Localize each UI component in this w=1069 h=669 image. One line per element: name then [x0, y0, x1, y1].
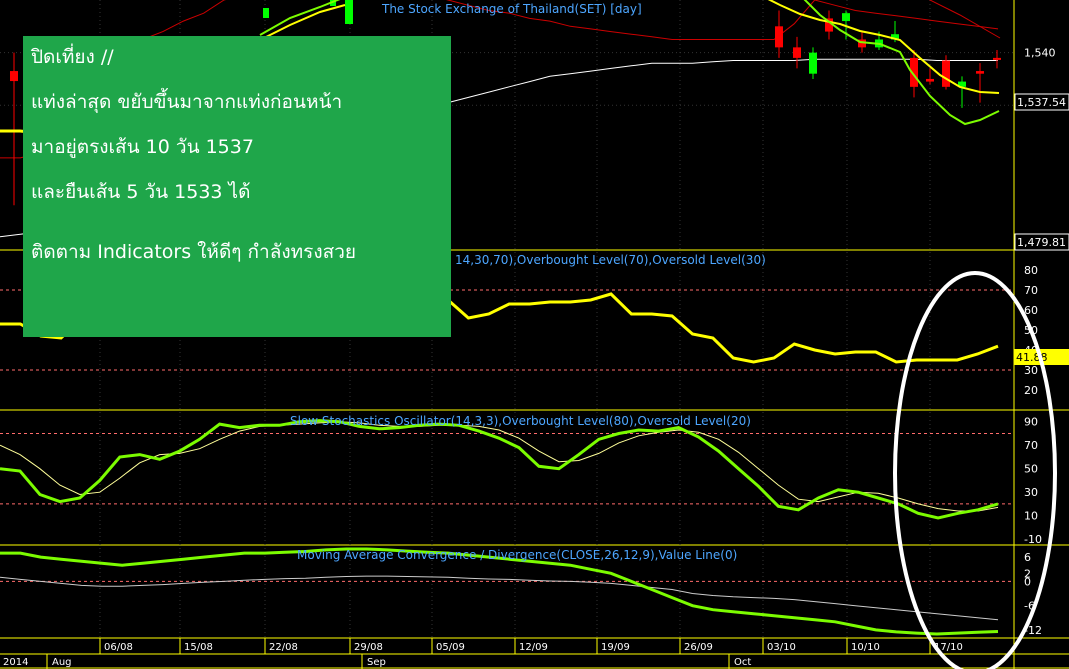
low-price-label: 1,479.81: [1017, 236, 1066, 249]
date-tick-label: 22/08: [269, 642, 298, 653]
rsi-tick-label: 70: [1024, 284, 1038, 297]
candle-body: [793, 47, 801, 58]
macd-tick-label: 6: [1024, 551, 1031, 564]
candle-body: [993, 57, 1001, 60]
date-tick-label: 26/09: [684, 642, 713, 653]
month-label: Sep: [367, 657, 386, 668]
note-line-4: และยืนเส้น 5 วัน 1533 ได้: [31, 181, 251, 203]
month-label: Aug: [52, 657, 72, 668]
rsi-tick-label: 20: [1024, 384, 1038, 397]
date-tick-label: 12/09: [519, 642, 548, 653]
note-line-2: แท่งล่าสุด ขยับขึ้นมาจากแท่งก่อนหน้า: [31, 91, 343, 113]
last-price-label: 1,537.54: [1017, 96, 1066, 109]
price-tick-label: 1,540: [1024, 47, 1056, 60]
stoch-d-line: [0, 421, 999, 512]
candle-body: [263, 8, 269, 18]
stoch-panel-title: Slow Stochastics Oscillator(14,3,3),Over…: [290, 414, 751, 428]
month-label: Oct: [734, 657, 751, 668]
stoch-tick-label: 10: [1024, 510, 1038, 523]
candle-body: [926, 78, 934, 82]
annotation-note: ปิดเที่ยง // แท่งล่าสุด ขยับขึ้นมาจากแท่…: [23, 36, 451, 337]
date-tick-label: 15/08: [184, 642, 213, 653]
month-label: 2014: [3, 657, 28, 668]
date-tick-label: 19/09: [601, 642, 630, 653]
stoch-tick-label: 50: [1024, 463, 1038, 476]
ten-day-moving-average-line: [259, 4, 346, 41]
rsi-panel-title: 14,30,70),Overbought Level(70),Oversold …: [455, 253, 766, 267]
date-tick-label: 05/09: [436, 642, 465, 653]
rsi-tick-label: 80: [1024, 264, 1038, 277]
stoch-tick-label: -10: [1024, 533, 1042, 546]
candle-body: [976, 71, 984, 74]
macd-signal-line: [0, 575, 999, 621]
candle-body: [942, 60, 950, 87]
stoch-tick-label: 70: [1024, 439, 1038, 452]
candle-body: [842, 13, 850, 22]
stoch-k-line: [0, 419, 999, 520]
price-panel-title: The Stock Exchange of Thailand(SET) [day…: [381, 2, 642, 16]
note-line-1: ปิดเที่ยง //: [31, 46, 114, 68]
stoch-tick-label: 30: [1024, 486, 1038, 499]
date-tick-label: 03/10: [767, 642, 796, 653]
candle-body: [775, 26, 783, 48]
date-tick-label: 29/08: [354, 642, 383, 653]
candle-body: [345, 0, 353, 24]
rsi-tick-label: 30: [1024, 364, 1038, 377]
date-tick-label: 10/10: [851, 642, 880, 653]
slow-moving-average-line: [928, 0, 1001, 39]
macd-panel-title: Moving Average Convergence / Divergence(…: [297, 548, 737, 562]
stoch-tick-label: 90: [1024, 416, 1038, 429]
macd-tick-label: 0: [1024, 575, 1031, 588]
note-line-3: มาอยู่ตรงเส้น 10 วัน 1537: [31, 136, 254, 158]
date-tick-label: 06/08: [104, 642, 133, 653]
note-line-5: ติดตาม Indicators ให้ดีๆ กำลังทรงสวย: [31, 241, 357, 263]
candle-body: [809, 52, 817, 74]
